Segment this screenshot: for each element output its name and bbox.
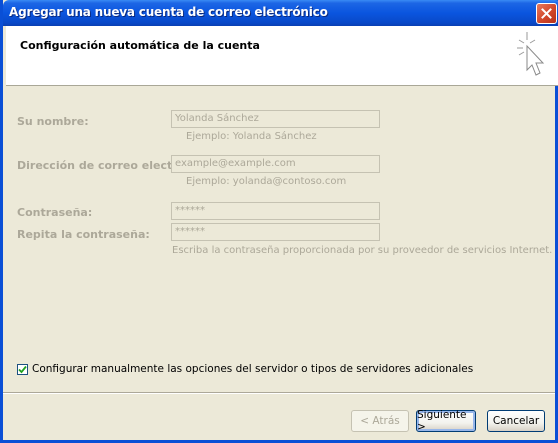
password-field[interactable]: ****** bbox=[171, 202, 380, 220]
next-button[interactable]: Siguiente > bbox=[416, 409, 476, 433]
title-bar[interactable]: Agregar una nueva cuenta de correo elect… bbox=[3, 0, 558, 26]
close-icon bbox=[541, 8, 552, 19]
wizard-cursor-icon bbox=[517, 32, 545, 76]
dialog-window: Agregar una nueva cuenta de correo elect… bbox=[0, 0, 558, 443]
name-label: Su nombre: bbox=[17, 115, 89, 128]
email-field[interactable]: example@example.com bbox=[171, 155, 380, 173]
checkmark-icon bbox=[18, 365, 27, 373]
back-button[interactable]: < Atrás bbox=[351, 410, 409, 432]
cancel-button[interactable]: Cancelar bbox=[487, 410, 545, 432]
name-field[interactable]: Yolanda Sánchez bbox=[171, 110, 380, 128]
close-button[interactable] bbox=[536, 3, 557, 24]
name-hint: Ejemplo: Yolanda Sánchez bbox=[186, 131, 317, 142]
password-hint: Escriba la contraseña proporcionada por … bbox=[172, 245, 553, 256]
repeat-password-label: Repita la contraseña: bbox=[17, 228, 150, 241]
window-title: Agregar una nueva cuenta de correo elect… bbox=[9, 5, 328, 19]
wizard-header: Configuración automática de la cuenta bbox=[6, 26, 558, 86]
password-label: Contraseña: bbox=[17, 206, 93, 219]
page-title: Configuración automática de la cuenta bbox=[20, 39, 260, 52]
manual-config-checkbox[interactable] bbox=[17, 363, 28, 375]
email-hint: Ejemplo: yolanda@contoso.com bbox=[186, 176, 347, 187]
manual-config-option[interactable]: Configurar manualmente las opciones del … bbox=[17, 363, 473, 375]
footer-divider bbox=[3, 392, 555, 394]
repeat-password-field[interactable]: ****** bbox=[171, 223, 380, 241]
manual-config-label: Configurar manualmente las opciones del … bbox=[32, 363, 474, 375]
